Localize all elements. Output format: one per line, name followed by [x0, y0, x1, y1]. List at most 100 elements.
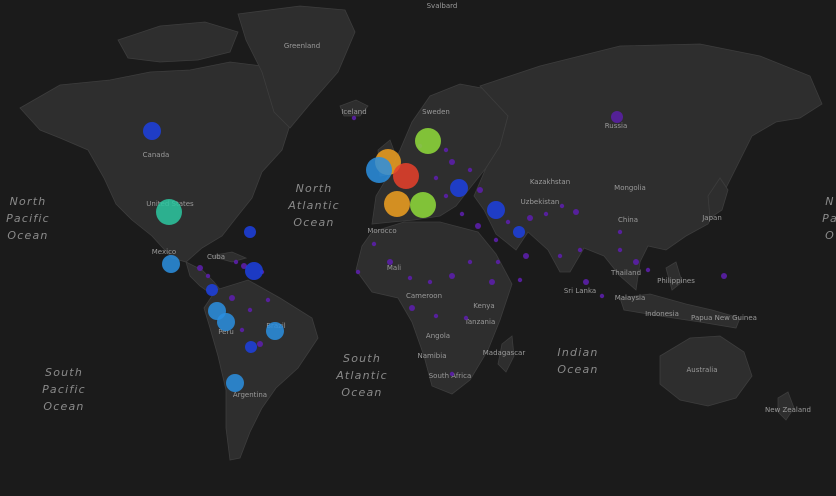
- scatter-dot: [443, 193, 449, 199]
- scatter-dot: [409, 305, 415, 311]
- scatter-dot: [617, 247, 623, 253]
- scatter-dot: [449, 371, 455, 377]
- scatter-dot: [721, 273, 727, 279]
- scatter-dot: [633, 259, 639, 265]
- marker-caribbean[interactable]: [245, 262, 263, 280]
- scatter-dot: [543, 211, 549, 217]
- place-label-japan: Japan: [701, 214, 722, 222]
- scatter-dot: [427, 279, 433, 285]
- scatter-dot: [559, 203, 565, 209]
- ocean-label-north-atlantic-ocean: North Atlantic Ocean: [287, 182, 340, 229]
- place-label-namibia: Namibia: [418, 352, 447, 360]
- marker-us-east-coast[interactable]: [244, 226, 256, 238]
- place-label-cuba: Cuba: [207, 253, 225, 261]
- map-canvas[interactable]: North Pacific Ocean North Atlantic Ocean South…: [0, 0, 836, 496]
- scatter-dot: [433, 175, 439, 181]
- scatter-dot: [599, 293, 605, 299]
- place-label-tanzania: Tanzania: [464, 318, 495, 326]
- ocean-label-north-pacific-ocean: North Pacific Ocean: [6, 195, 50, 242]
- place-label-cameroon: Cameroon: [406, 292, 442, 300]
- place-label-papua-new-guinea: Papua New Guinea: [691, 314, 757, 322]
- place-label-russia: Russia: [605, 122, 628, 130]
- place-label-morocco: Morocco: [367, 227, 396, 235]
- scatter-dot: [523, 253, 529, 259]
- scatter-dot: [489, 279, 495, 285]
- ocean-label-south-pacific-ocean: South Pacific Ocean: [42, 366, 86, 413]
- place-label-angola: Angola: [426, 332, 450, 340]
- marker-canada[interactable]: [143, 122, 161, 140]
- scatter-dot: [557, 253, 563, 259]
- place-label-china: China: [618, 216, 638, 224]
- marker-ireland[interactable]: [366, 157, 392, 183]
- place-label-philippines: Philippines: [657, 277, 695, 285]
- marker-bolivia[interactable]: [245, 341, 257, 353]
- place-label-australia: Australia: [687, 366, 718, 374]
- place-label-canada: Canada: [143, 151, 170, 159]
- scatter-dot: [265, 297, 271, 303]
- marker-central-europe[interactable]: [450, 179, 468, 197]
- scatter-dot: [351, 115, 357, 121]
- scatter-dot: [449, 273, 455, 279]
- scatter-dot: [257, 341, 263, 347]
- scatter-dot: [477, 187, 483, 193]
- marker-iran[interactable]: [513, 226, 525, 238]
- scatter-dot: [239, 327, 245, 333]
- scatter-dot: [449, 159, 455, 165]
- scatter-dot: [583, 279, 589, 285]
- place-label-indonesia: Indonesia: [645, 310, 679, 318]
- scatter-dot: [371, 241, 377, 247]
- scatter-dot: [459, 211, 465, 217]
- place-label-madagascar: Madagascar: [483, 349, 526, 357]
- place-label-svalbard: Svalbard: [427, 2, 458, 10]
- place-label-mongolia: Mongolia: [614, 184, 646, 192]
- place-label-mexico: Mexico: [152, 248, 176, 256]
- scatter-dot: [387, 259, 393, 265]
- place-label-kenya: Kenya: [473, 302, 494, 310]
- marker-russia[interactable]: [611, 111, 623, 123]
- marker-germany[interactable]: [393, 163, 419, 189]
- place-label-malaysia: Malaysia: [615, 294, 646, 302]
- scatter-dot: [617, 229, 623, 235]
- place-label-sweden: Sweden: [422, 108, 450, 116]
- marker-peru[interactable]: [217, 313, 235, 331]
- scatter-dot: [505, 219, 511, 225]
- scatter-dot: [433, 313, 439, 319]
- scatter-dot: [577, 247, 583, 253]
- scatter-dot: [527, 215, 533, 221]
- marker-argentina[interactable]: [226, 374, 244, 392]
- marker-colombia[interactable]: [206, 284, 218, 296]
- scatter-dot: [495, 259, 501, 265]
- place-label-iceland: Iceland: [341, 108, 366, 116]
- place-label-uzbekistan: Uzbekistan: [521, 198, 560, 206]
- marker-brazil[interactable]: [266, 322, 284, 340]
- place-label-argentina: Argentina: [233, 391, 267, 399]
- marker-united-states[interactable]: [156, 199, 182, 225]
- scatter-dot: [233, 259, 239, 265]
- place-label-kazakhstan: Kazakhstan: [530, 178, 570, 186]
- scatter-dot: [205, 273, 211, 279]
- ocean-label-south-atlantic-ocean: South Atlantic Ocean: [335, 352, 388, 399]
- place-label-greenland: Greenland: [284, 42, 320, 50]
- scatter-dot: [407, 275, 413, 281]
- scatter-dot: [475, 223, 481, 229]
- scatter-dot: [247, 307, 253, 313]
- scatter-dot: [493, 237, 499, 243]
- scatter-dot: [443, 147, 449, 153]
- scatter-dot: [467, 259, 473, 265]
- scatter-dot: [573, 209, 579, 215]
- place-label-new-zealand: New Zealand: [765, 406, 811, 414]
- marker-sweden[interactable]: [415, 128, 441, 154]
- place-label-mali: Mali: [387, 264, 401, 272]
- scatter-dot: [517, 277, 523, 283]
- world-map[interactable]: North Pacific Ocean North Atlantic Ocean South…: [0, 0, 836, 496]
- scatter-dot: [197, 265, 203, 271]
- marker-mexico[interactable]: [162, 255, 180, 273]
- scatter-dot: [645, 267, 651, 273]
- marker-italy[interactable]: [410, 192, 436, 218]
- marker-turkey[interactable]: [487, 201, 505, 219]
- place-label-thailand: Thailand: [610, 269, 641, 277]
- scatter-dot: [463, 315, 469, 321]
- scatter-dot: [467, 167, 473, 173]
- scatter-dot: [355, 269, 361, 275]
- marker-france[interactable]: [384, 191, 410, 217]
